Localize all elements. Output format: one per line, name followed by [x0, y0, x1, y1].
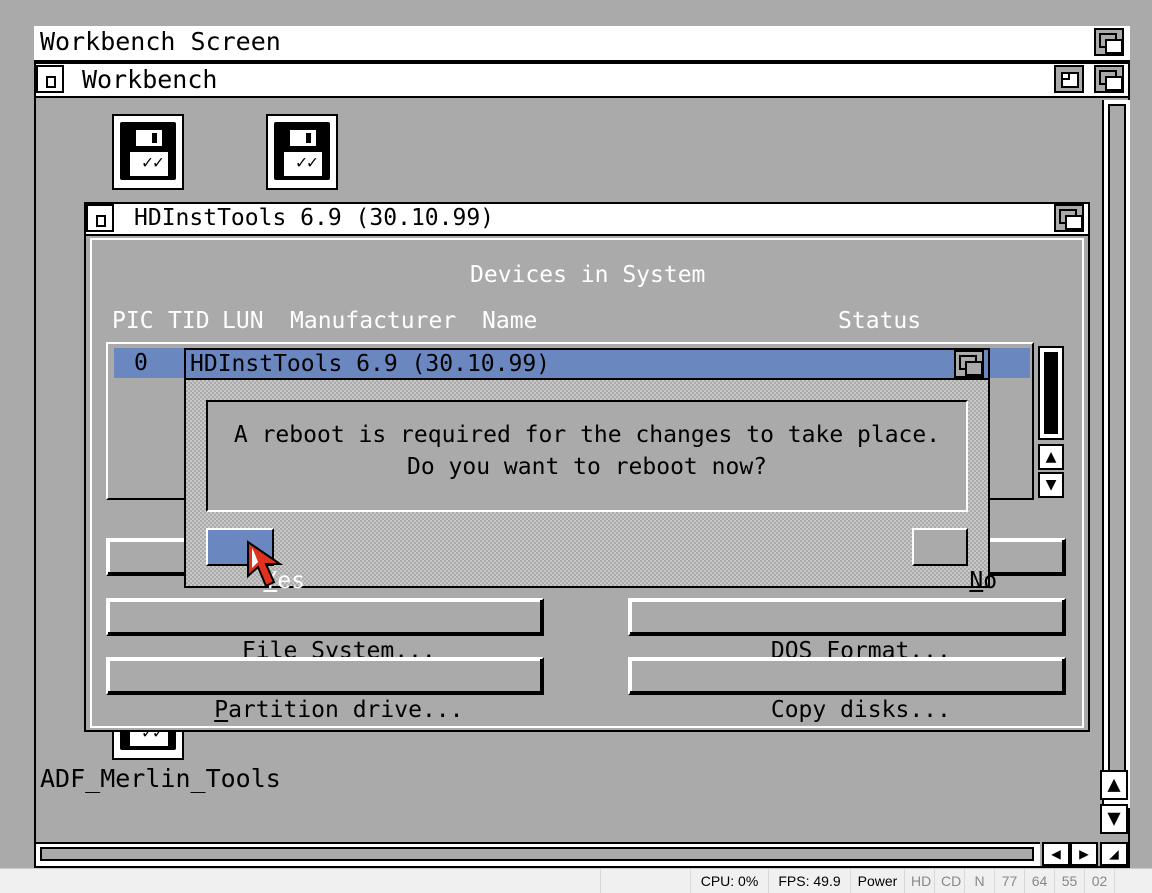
screen-title: Workbench Screen [40, 27, 281, 56]
scroll-right-arrow-icon[interactable]: ▶ [1070, 842, 1098, 866]
scroll-up-arrow-icon[interactable]: ▲ [1100, 770, 1128, 800]
dos-format-button[interactable]: DOS Format... [628, 598, 1066, 664]
close-icon [96, 215, 106, 227]
column-name: Name [482, 308, 538, 334]
workbench-depth-gadget[interactable] [1094, 65, 1124, 93]
status-drive-3: 02 [1084, 869, 1114, 893]
resize-gadget-icon[interactable]: ◢ [1100, 842, 1128, 866]
status-cd: CD [934, 869, 964, 893]
device-pic: 0 [134, 350, 148, 376]
status-fps: FPS: 49.9 [768, 869, 850, 893]
column-status: Status [838, 308, 922, 334]
status-drive-2: 55 [1054, 869, 1084, 893]
status-cpu: CPU: 0% [690, 869, 768, 893]
workbench-close-gadget[interactable] [36, 65, 64, 93]
workbench-title: Workbench [82, 65, 218, 94]
device-list-scroll-knob[interactable] [1038, 346, 1064, 440]
scroll-down-arrow-icon[interactable]: ▼ [1100, 804, 1128, 834]
copy-disks-button[interactable]: Copy disks... [628, 657, 1066, 723]
hdinsttools-title-bar[interactable]: HDInstTools 6.9 (30.10.99) [86, 204, 1088, 236]
depth-front-icon [1105, 39, 1123, 54]
requester-title: HDInstTools 6.9 (30.10.99) [190, 351, 551, 377]
requester-message-line2: Do you want to reboot now? [406, 454, 768, 480]
hdinsttools-depth-gadget[interactable] [1054, 204, 1084, 232]
mouse-pointer-icon [247, 540, 284, 588]
device-list-scrollbar[interactable]: ▲ ▼ [1038, 346, 1064, 498]
column-tid: TID [168, 308, 210, 334]
column-pic: PIC [112, 308, 154, 334]
requester-message-line1: A reboot is required for the changes to … [233, 422, 941, 448]
screen-title-bar: Workbench Screen [34, 26, 1130, 62]
status-n: N [964, 869, 994, 893]
disk-icon[interactable]: ✓✓ [266, 114, 338, 190]
depth-front-icon [965, 361, 983, 376]
emulator-status-bar: CPU: 0% FPS: 49.9 Power HD CD N 77 64 55… [0, 868, 1152, 893]
workbench-vertical-scrollbar[interactable] [1102, 100, 1130, 808]
devices-section-title: Devices in System [470, 262, 706, 288]
list-down-arrow-icon[interactable]: ▼ [1038, 472, 1064, 498]
close-icon [46, 76, 56, 88]
workbench-vertical-scroll-knob[interactable] [1108, 104, 1126, 794]
workbench-title-bar[interactable]: Workbench [36, 64, 1128, 98]
status-power: Power [850, 869, 904, 893]
column-manufacturer: Manufacturer [290, 308, 457, 334]
column-lun: LUN [222, 308, 264, 334]
depth-front-icon [1105, 76, 1123, 91]
workbench-horizontal-scroll-knob[interactable] [40, 847, 1034, 861]
no-button[interactable]: No [912, 528, 997, 594]
partition-drive-button[interactable]: Partition drive... [106, 657, 544, 723]
requester-depth-gadget[interactable] [954, 350, 984, 378]
status-drive-0: 77 [994, 869, 1024, 893]
file-system-button[interactable]: File System... [106, 598, 544, 664]
reboot-requester: HDInstTools 6.9 (30.10.99) A reboot is r… [184, 348, 997, 594]
list-up-arrow-icon[interactable]: ▲ [1038, 444, 1064, 470]
workbench-horizontal-scrollbar[interactable] [36, 842, 1040, 866]
hdinsttools-close-gadget[interactable] [86, 204, 114, 232]
requester-message-box: A reboot is required for the changes to … [206, 400, 968, 512]
workbench-zoom-gadget[interactable] [1054, 65, 1084, 93]
screen-depth-gadget[interactable] [1094, 28, 1124, 56]
status-drive-1: 64 [1024, 869, 1054, 893]
disk-icon[interactable]: ✓✓ [112, 114, 184, 190]
status-hd: HD [904, 869, 934, 893]
hdinsttools-title: HDInstTools 6.9 (30.10.99) [134, 205, 495, 231]
requester-title-bar[interactable]: HDInstTools 6.9 (30.10.99) [186, 350, 988, 380]
depth-front-icon [1065, 215, 1083, 230]
icon-label-adf-merlin-tools[interactable]: ADF_Merlin_Tools [40, 766, 281, 791]
scroll-left-arrow-icon[interactable]: ◀ [1042, 842, 1070, 866]
